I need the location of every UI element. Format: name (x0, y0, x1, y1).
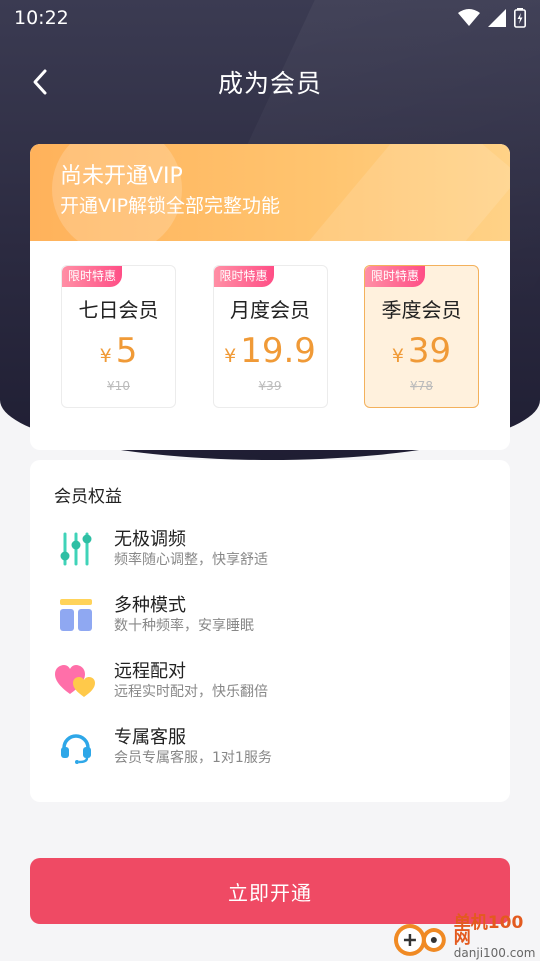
benefit-name: 无极调频 (114, 529, 186, 550)
benefit-desc: 频率随心调整，快享舒适 (114, 552, 268, 568)
watermark: 单机100网 danji100.com (392, 912, 540, 961)
original-price: ¥39 (258, 379, 282, 393)
original-price: ¥78 (410, 379, 433, 393)
plan-price: ¥ 39 (365, 331, 478, 371)
benefit-item: 专属客服 会员专属客服，1对1服务 (54, 727, 486, 767)
layout-icon (54, 595, 98, 635)
benefit-desc: 远程实时配对，快乐翻倍 (114, 684, 268, 700)
price-value: 5 (115, 331, 138, 371)
benefit-text: 多种模式 数十种频率，安享睡眠 (114, 595, 254, 635)
benefit-text: 无极调频 频率随心调整，快享舒适 (114, 529, 268, 569)
headset-icon (54, 727, 98, 767)
watermark-name: 单机100网 (453, 912, 524, 948)
benefit-name: 远程配对 (114, 661, 186, 682)
plan-price: ¥ 5 (62, 331, 175, 371)
activate-button[interactable]: 立即开通 (30, 858, 510, 924)
chevron-left-icon (33, 69, 47, 95)
currency-symbol: ¥ (99, 345, 112, 367)
plan-option-weekly[interactable]: 限时特惠 七日会员 ¥ 5 ¥10 (61, 265, 176, 408)
benefit-text: 远程配对 远程实时配对，快乐翻倍 (114, 661, 268, 701)
benefits-card: 会员权益 无极调频 频率随心调整，快享舒适 多种模式 数十种频率，安享睡眠 远程… (30, 460, 510, 802)
plan-badge: 限时特惠 (365, 266, 426, 287)
price-value: 39 (407, 331, 452, 371)
benefit-item: 多种模式 数十种频率，安享睡眠 (54, 595, 486, 635)
benefits-title: 会员权益 (54, 487, 122, 507)
benefit-item: 无极调频 频率随心调整，快享舒适 (54, 529, 486, 569)
plan-name: 七日会员 (78, 298, 159, 322)
plan-option-quarterly[interactable]: 限时特惠 季度会员 ¥ 39 ¥78 (364, 265, 479, 408)
page-title: 成为会员 (217, 69, 322, 98)
benefit-item: 远程配对 远程实时配对，快乐翻倍 (54, 661, 486, 701)
currency-symbol: ¥ (391, 345, 404, 367)
plan-badge: 限时特惠 (62, 266, 123, 287)
plan-name: 季度会员 (381, 298, 462, 322)
plan-badge: 限时特惠 (213, 266, 274, 287)
back-button[interactable] (22, 64, 58, 100)
battery-icon (514, 8, 526, 28)
plan-option-monthly[interactable]: 限时特惠 月度会员 ¥ 19.9 ¥39 (212, 265, 328, 408)
watermark-url: danji100.com (453, 945, 536, 960)
plan-list: 限时特惠 七日会员 ¥ 5 ¥10 限时特惠 月度会员 ¥ 19.9 ¥39 限… (30, 241, 510, 408)
original-price: ¥10 (107, 379, 130, 393)
benefit-list: 无极调频 频率随心调整，快享舒适 多种模式 数十种频率，安享睡眠 远程配对 远程… (54, 529, 486, 767)
vip-status-subtitle: 开通VIP解锁全部完整功能 (60, 195, 281, 217)
status-time: 10:22 (14, 7, 69, 29)
benefit-desc: 数十种频率，安享睡眠 (114, 618, 254, 634)
currency-symbol: ¥ (224, 345, 237, 367)
signal-icon (488, 9, 506, 27)
benefit-name: 专属客服 (114, 727, 186, 748)
price-value: 19.9 (240, 331, 316, 371)
watermark-logo (393, 924, 446, 956)
status-bar: 10:22 (0, 0, 540, 36)
hearts-icon (54, 661, 98, 701)
benefit-desc: 会员专属客服，1对1服务 (114, 750, 272, 766)
vip-status-title: 尚未开通VIP (60, 164, 183, 189)
nav-bar: 成为会员 (0, 56, 540, 108)
vip-card: 尚未开通VIP 开通VIP解锁全部完整功能 限时特惠 七日会员 ¥ 5 ¥10 … (30, 144, 510, 450)
plan-name: 月度会员 (230, 298, 310, 322)
benefit-name: 多种模式 (114, 595, 186, 616)
plan-price: ¥ 19.9 (214, 331, 327, 371)
wifi-icon (458, 9, 480, 26)
watermark-text: 单机100网 danji100.com (453, 912, 540, 961)
benefit-text: 专属客服 会员专属客服，1对1服务 (114, 727, 272, 767)
sliders-icon (54, 529, 98, 569)
vip-status-banner: 尚未开通VIP 开通VIP解锁全部完整功能 (30, 144, 510, 241)
status-icons (458, 8, 526, 28)
